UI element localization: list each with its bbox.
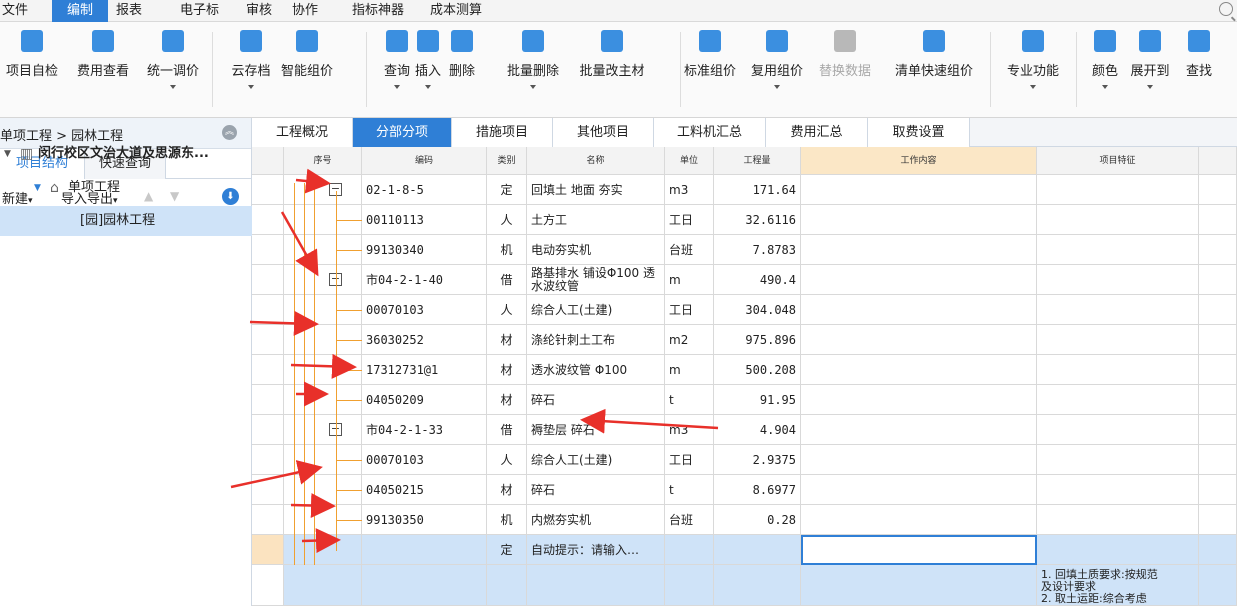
annotation-arrow: [230, 460, 323, 489]
annotation-arrow: [290, 493, 336, 518]
annotation-arrows: [230, 168, 719, 554]
annotation-arrow: [249, 310, 319, 336]
annotation-arrow: [580, 408, 719, 434]
annotation-arrow: [290, 353, 357, 379]
annotation-arrow: [301, 528, 341, 554]
annotation-arrow: [295, 168, 331, 194]
annotation-arrow: [280, 211, 319, 277]
